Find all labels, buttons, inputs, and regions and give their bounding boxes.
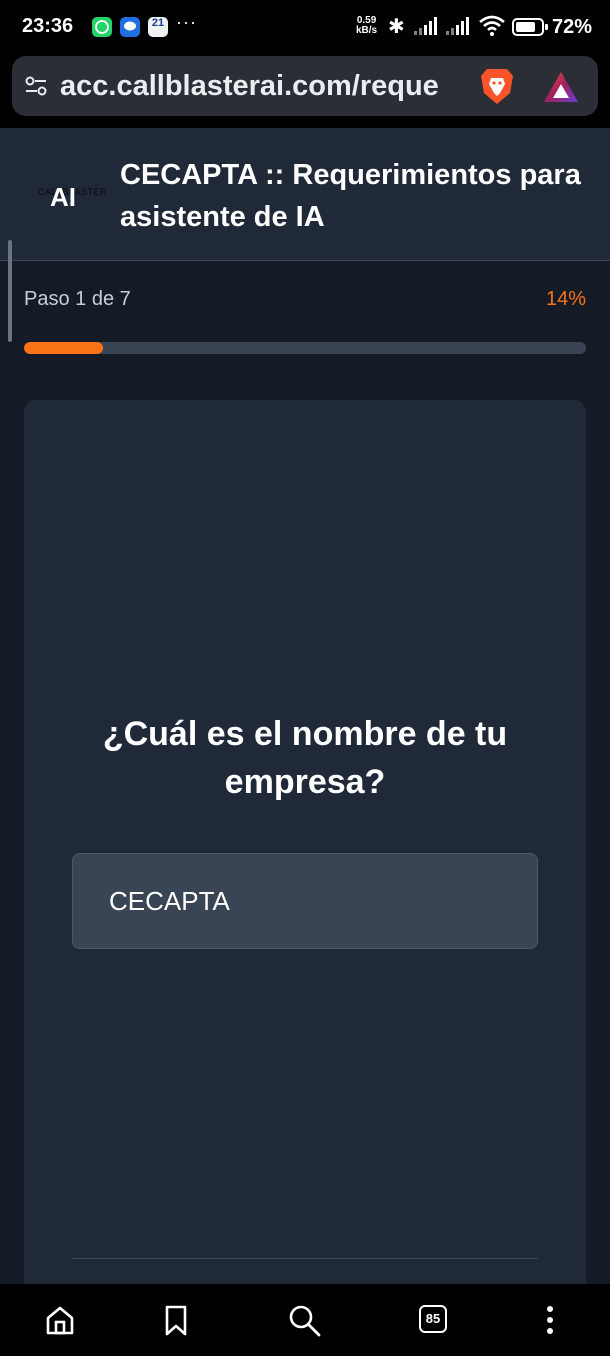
calendar-icon: 21 bbox=[148, 17, 168, 37]
web-page: CALLBLASTER AI CECAPTA :: Requerimientos… bbox=[0, 128, 610, 1284]
browser-bottom-bar: 85 bbox=[0, 1284, 610, 1356]
clock: 23:36 bbox=[22, 15, 74, 37]
brave-rewards-icon[interactable] bbox=[542, 70, 580, 104]
search-icon[interactable] bbox=[286, 1302, 322, 1338]
messages-icon bbox=[120, 17, 140, 37]
battery-icon bbox=[512, 18, 548, 36]
progress-bar-fill bbox=[24, 342, 103, 354]
company-name-input[interactable] bbox=[72, 853, 538, 949]
browser-toolbar: acc.callblasterai.com/reque bbox=[0, 56, 610, 128]
home-icon[interactable] bbox=[42, 1302, 78, 1338]
question-card: ¿Cuál es el nombre de tu empresa? bbox=[24, 400, 586, 1284]
site-settings-icon[interactable] bbox=[24, 74, 48, 98]
wifi-icon bbox=[478, 14, 506, 38]
url-text[interactable]: acc.callblasterai.com/reque bbox=[60, 70, 470, 103]
progress-percent: 14% bbox=[545, 288, 586, 310]
divider bbox=[72, 1258, 538, 1259]
bluetooth-icon: ✱ bbox=[388, 16, 405, 38]
step-indicator: Paso 1 de 7 bbox=[24, 288, 131, 310]
question-text: ¿Cuál es el nombre de tu empresa? bbox=[102, 715, 508, 801]
progress-bar bbox=[24, 342, 586, 354]
network-speed-unit: kB/s bbox=[356, 25, 378, 36]
page-header: CALLBLASTER AI CECAPTA :: Requerimientos… bbox=[0, 128, 610, 261]
signal-icon bbox=[414, 17, 440, 35]
battery-percent: 72% bbox=[552, 16, 593, 38]
tabs-count: 85 bbox=[419, 1305, 447, 1333]
tabs-icon[interactable]: 85 bbox=[415, 1302, 451, 1338]
signal-icon bbox=[446, 17, 472, 35]
whatsapp-icon bbox=[92, 17, 112, 37]
network-speed: 0.59 kB/s bbox=[356, 16, 377, 36]
scrollbar[interactable] bbox=[8, 240, 12, 342]
menu-icon[interactable] bbox=[532, 1302, 568, 1338]
callblaster-logo: CALLBLASTER AI bbox=[38, 180, 107, 212]
bookmark-icon[interactable] bbox=[158, 1302, 194, 1338]
status-bar: 23:36 21 ··· 0.59 kB/s ✱ 72% bbox=[0, 0, 610, 56]
brave-shields-icon[interactable] bbox=[478, 66, 516, 106]
logo-text: AI bbox=[50, 182, 76, 212]
address-bar[interactable]: acc.callblasterai.com/reque bbox=[12, 56, 598, 116]
more-notifications-icon: ··· bbox=[176, 12, 197, 32]
page-title: CECAPTA :: Requerimientos para asistente… bbox=[120, 159, 581, 233]
